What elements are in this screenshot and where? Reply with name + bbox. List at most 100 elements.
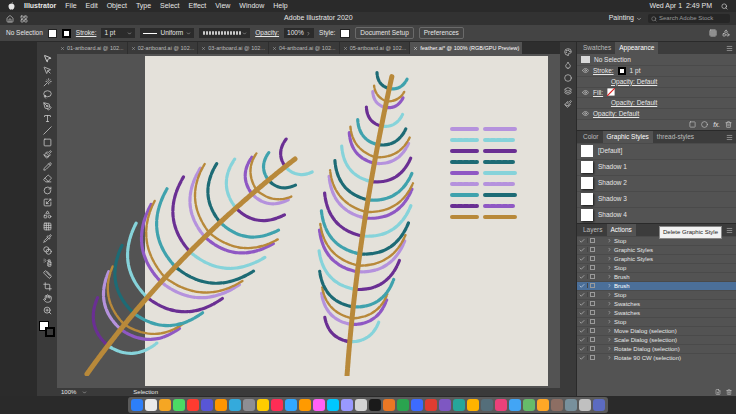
document-tab[interactable]: 05-artboard.ai @ 102... [340,42,410,54]
panel-tab[interactable]: thread-styles [653,131,698,143]
fill-swatch[interactable] [48,29,57,38]
dock-app-icon[interactable] [285,399,297,411]
dock-app-icon[interactable] [537,399,549,411]
selection-tool-icon[interactable] [43,54,52,63]
pencil-tool-icon[interactable] [43,162,52,171]
stroke-weight-field[interactable]: 1 pt [101,28,135,38]
document-tab[interactable]: feather.ai* @ 100% (RGB/GPU Preview) [410,42,522,54]
action-item[interactable]: Stop [577,317,736,326]
panel-menu-icon[interactable] [726,134,733,141]
dock-app-icon[interactable] [327,399,339,411]
graphic-style-item[interactable]: Shadow 4 [577,207,736,223]
layers-panel-icon[interactable] [564,87,572,95]
include-check-icon[interactable] [579,301,585,307]
close-tab-icon[interactable] [201,46,206,51]
fill-stroke-widget[interactable] [39,321,55,337]
menu-item[interactable]: Effect [189,1,207,12]
panel-tab[interactable]: Actions [607,224,636,236]
add-stroke-icon[interactable] [689,121,696,128]
dialog-toggle[interactable] [590,310,595,315]
artboard[interactable] [145,56,548,386]
pen-tool-icon[interactable] [43,102,52,111]
dock-app-icon[interactable] [383,399,395,411]
expand-icon[interactable] [607,337,612,342]
appearance-fill-row[interactable]: Fill: [577,87,736,98]
none-fill-swatch-icon[interactable] [607,88,615,96]
visibility-icon[interactable] [582,67,589,74]
menu-item[interactable]: Type [136,1,151,12]
magic-wand-tool-icon[interactable] [43,78,52,87]
align-icon[interactable] [709,29,717,37]
dock-app-icon[interactable] [551,399,563,411]
spotlight-icon[interactable] [721,3,728,10]
dialog-toggle[interactable] [590,337,595,342]
rectangle-tool-icon[interactable] [43,138,52,147]
dock-app-icon[interactable] [159,399,171,411]
include-check-icon[interactable] [579,310,585,316]
expand-icon[interactable] [607,346,612,351]
expand-icon[interactable] [607,283,612,288]
dialog-toggle[interactable] [590,283,595,288]
left-feather[interactable] [87,139,312,374]
expand-icon[interactable] [607,319,612,324]
type-tool-icon[interactable] [43,114,52,123]
eyedropper-tool-icon[interactable] [43,234,52,243]
include-check-icon[interactable] [579,337,585,343]
dialog-toggle[interactable] [590,328,595,333]
action-item[interactable]: Graphic Styles [577,254,736,263]
panel-menu-icon[interactable] [726,45,733,52]
menu-clock[interactable]: Wed Apr 1 2:49 PM [649,1,712,12]
dialog-toggle[interactable] [590,256,595,261]
dock-app-icon[interactable] [523,399,535,411]
dock-app-icon[interactable] [201,399,213,411]
apple-logo-icon[interactable] [8,2,15,10]
appearance-opacity-row[interactable]: Opacity: Default [577,97,736,108]
action-item[interactable]: Rotate Dialog (selection) [577,344,736,353]
appearance-global-row[interactable]: Opacity: Default [577,108,736,119]
action-item[interactable]: Stop [577,263,736,272]
panel-menu-icon[interactable] [726,227,733,234]
dock-app-icon[interactable] [145,399,157,411]
paintbrush-tool-icon[interactable] [43,150,52,159]
document-tab[interactable]: 03-artboard.ai @ 102... [198,42,268,54]
expand-icon[interactable] [607,301,612,306]
blend-tool-icon[interactable] [43,246,52,255]
color-panel-icon[interactable] [564,61,572,69]
dock-app-icon[interactable] [467,399,479,411]
menu-item[interactable]: File [65,1,76,12]
close-tab-icon[interactable] [413,46,418,51]
stroke-color-swatch[interactable] [618,67,626,75]
dock-app-icon[interactable] [565,399,577,411]
crop-tool-icon[interactable] [43,282,52,291]
brushes-panel-icon[interactable] [564,100,572,108]
dialog-toggle[interactable] [590,265,595,270]
dialog-toggle[interactable] [590,355,595,360]
swatches-panel-icon[interactable] [564,48,572,56]
scale-tool-icon[interactable] [43,198,52,207]
menu-item[interactable]: View [215,1,230,12]
dock-app-icon[interactable] [453,399,465,411]
ruler-tool-icon[interactable] [43,270,52,279]
right-feather[interactable] [319,73,413,376]
lasso-tool-icon[interactable] [43,90,52,99]
include-check-icon[interactable] [579,346,585,352]
menu-item[interactable]: Object [107,1,127,12]
mesh-tool-icon[interactable] [43,222,52,231]
dialog-toggle[interactable] [590,301,595,306]
dock-app-icon[interactable] [355,399,367,411]
graphic-style-item[interactable]: Shadow 2 [577,175,736,191]
visibility-icon[interactable] [582,110,589,117]
dialog-toggle[interactable] [590,247,595,252]
menu-item[interactable]: Help [273,1,287,12]
include-check-icon[interactable] [579,274,585,280]
menu-item[interactable]: Window [239,1,264,12]
panel-tab[interactable]: Appearance [615,42,658,54]
dock-app-icon[interactable] [313,399,325,411]
stroke-panel-icon[interactable] [564,74,572,82]
action-item[interactable]: Brush [577,272,736,281]
dialog-toggle[interactable] [590,238,595,243]
symbol-sprayer-tool-icon[interactable] [43,258,52,267]
dialog-toggle[interactable] [590,346,595,351]
dock-app-icon[interactable] [509,399,521,411]
action-item[interactable]: Rotate 90 CW (selection) [577,353,736,362]
